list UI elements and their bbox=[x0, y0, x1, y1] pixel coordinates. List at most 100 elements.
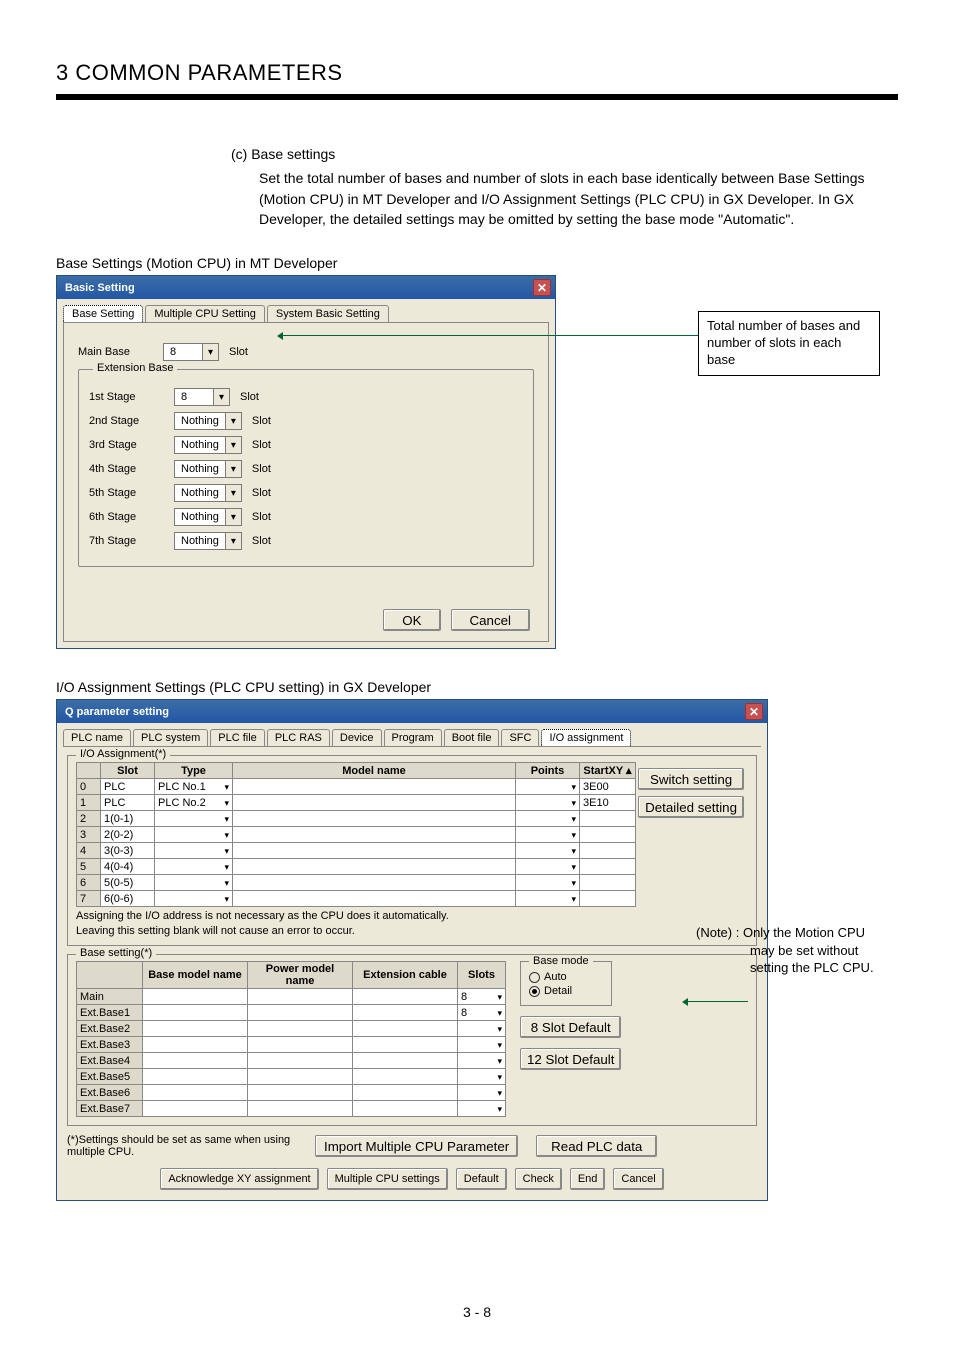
chevron-down-icon[interactable] bbox=[225, 533, 241, 549]
tab-boot-file[interactable]: Boot file bbox=[444, 729, 500, 746]
base-row-powermodel[interactable] bbox=[248, 1069, 353, 1085]
chevron-down-icon[interactable] bbox=[225, 461, 241, 477]
chevron-down-icon[interactable] bbox=[571, 893, 576, 905]
chevron-down-icon[interactable] bbox=[202, 344, 218, 360]
chevron-down-icon[interactable] bbox=[497, 1023, 502, 1035]
base-row-extcable[interactable] bbox=[353, 1085, 458, 1101]
base-setting-grid[interactable]: Base model name Power model name Extensi… bbox=[76, 961, 506, 1117]
chevron-down-icon[interactable] bbox=[571, 845, 576, 857]
base-row-powermodel[interactable] bbox=[248, 1085, 353, 1101]
chevron-down-icon[interactable] bbox=[224, 893, 229, 905]
base-row-basemodel[interactable] bbox=[143, 1069, 248, 1085]
io-row-points[interactable] bbox=[516, 811, 580, 827]
io-row-model[interactable] bbox=[233, 891, 516, 907]
io-row-slot[interactable]: 2(0-2) bbox=[101, 827, 155, 843]
ack-xy-button[interactable]: Acknowledge XY assignment bbox=[160, 1168, 318, 1190]
base-row-extcable[interactable] bbox=[353, 1021, 458, 1037]
chevron-down-icon[interactable] bbox=[497, 991, 502, 1003]
chevron-down-icon[interactable] bbox=[497, 1039, 502, 1051]
tab-plc-name[interactable]: PLC name bbox=[63, 729, 131, 746]
close-icon[interactable]: ✕ bbox=[745, 703, 763, 720]
stage6-select[interactable]: Nothing bbox=[174, 508, 242, 526]
tab-plc-ras[interactable]: PLC RAS bbox=[267, 729, 330, 746]
tab-multiple-cpu-setting[interactable]: Multiple CPU Setting bbox=[145, 305, 265, 322]
stage4-select[interactable]: Nothing bbox=[174, 460, 242, 478]
io-row-start[interactable] bbox=[580, 891, 636, 907]
io-row-model[interactable] bbox=[233, 811, 516, 827]
chevron-down-icon[interactable] bbox=[224, 797, 229, 809]
chevron-down-icon[interactable] bbox=[497, 1071, 502, 1083]
detailed-setting-button[interactable]: Detailed setting bbox=[638, 796, 744, 818]
io-row-slot[interactable]: 5(0-5) bbox=[101, 875, 155, 891]
multiple-cpu-settings-button[interactable]: Multiple CPU settings bbox=[327, 1168, 448, 1190]
chevron-down-icon[interactable] bbox=[571, 877, 576, 889]
base-row-powermodel[interactable] bbox=[248, 1053, 353, 1069]
tab-plc-file[interactable]: PLC file bbox=[210, 729, 265, 746]
ok-button[interactable]: OK bbox=[383, 609, 440, 631]
chevron-down-icon[interactable] bbox=[571, 797, 576, 809]
io-row-type[interactable] bbox=[155, 811, 233, 827]
base-row-powermodel[interactable] bbox=[248, 1021, 353, 1037]
chevron-down-icon[interactable] bbox=[225, 437, 241, 453]
base-row-slots[interactable] bbox=[458, 1053, 506, 1069]
base-row-slots[interactable]: 8 bbox=[458, 1005, 506, 1021]
base-row-powermodel[interactable] bbox=[248, 989, 353, 1005]
io-row-start[interactable]: 3E10 bbox=[580, 795, 636, 811]
io-row-type[interactable] bbox=[155, 843, 233, 859]
base-row-powermodel[interactable] bbox=[248, 1037, 353, 1053]
base-row-slots[interactable] bbox=[458, 1069, 506, 1085]
base-row-slots[interactable] bbox=[458, 1085, 506, 1101]
io-row-type[interactable] bbox=[155, 891, 233, 907]
base-row-powermodel[interactable] bbox=[248, 1005, 353, 1021]
base-row-extcable[interactable] bbox=[353, 1101, 458, 1117]
io-row-model[interactable] bbox=[233, 859, 516, 875]
tab-io-assignment[interactable]: I/O assignment bbox=[541, 729, 631, 746]
chevron-down-icon[interactable] bbox=[224, 829, 229, 841]
default-button[interactable]: Default bbox=[456, 1168, 507, 1190]
chevron-down-icon[interactable] bbox=[497, 1055, 502, 1067]
base-row-slots[interactable] bbox=[458, 1101, 506, 1117]
chevron-down-icon[interactable] bbox=[571, 861, 576, 873]
cancel-button[interactable]: Cancel bbox=[451, 609, 531, 631]
io-assignment-grid[interactable]: Slot Type Model name Points StartXY ▴ 0P… bbox=[76, 762, 636, 907]
base-row-basemodel[interactable] bbox=[143, 989, 248, 1005]
io-row-start[interactable] bbox=[580, 811, 636, 827]
tab-plc-system[interactable]: PLC system bbox=[133, 729, 208, 746]
base-row-extcable[interactable] bbox=[353, 989, 458, 1005]
io-row-start[interactable] bbox=[580, 827, 636, 843]
end-button[interactable]: End bbox=[570, 1168, 606, 1190]
stage5-select[interactable]: Nothing bbox=[174, 484, 242, 502]
io-row-type[interactable] bbox=[155, 827, 233, 843]
io-row-slot[interactable]: 3(0-3) bbox=[101, 843, 155, 859]
base-row-extcable[interactable] bbox=[353, 1037, 458, 1053]
chevron-down-icon[interactable] bbox=[224, 813, 229, 825]
chevron-down-icon[interactable] bbox=[571, 781, 576, 793]
io-row-model[interactable] bbox=[233, 827, 516, 843]
io-row-slot[interactable]: 4(0-4) bbox=[101, 859, 155, 875]
base-row-extcable[interactable] bbox=[353, 1005, 458, 1021]
io-row-points[interactable] bbox=[516, 891, 580, 907]
base-row-basemodel[interactable] bbox=[143, 1101, 248, 1117]
base-row-extcable[interactable] bbox=[353, 1053, 458, 1069]
base-row-extcable[interactable] bbox=[353, 1069, 458, 1085]
chevron-down-icon[interactable] bbox=[225, 485, 241, 501]
radio-auto[interactable]: Auto bbox=[529, 971, 603, 983]
tab-sfc[interactable]: SFC bbox=[501, 729, 539, 746]
stage7-select[interactable]: Nothing bbox=[174, 532, 242, 550]
tab-system-basic-setting[interactable]: System Basic Setting bbox=[267, 305, 389, 322]
chevron-down-icon[interactable] bbox=[571, 829, 576, 841]
io-row-start[interactable] bbox=[580, 875, 636, 891]
tab-program[interactable]: Program bbox=[384, 729, 442, 746]
io-row-model[interactable] bbox=[233, 779, 516, 795]
twelve-slot-default-button[interactable]: 12 Slot Default bbox=[520, 1048, 621, 1070]
io-row-slot[interactable]: 6(0-6) bbox=[101, 891, 155, 907]
io-row-type[interactable] bbox=[155, 859, 233, 875]
base-row-basemodel[interactable] bbox=[143, 1085, 248, 1101]
import-multiple-cpu-button[interactable]: Import Multiple CPU Parameter bbox=[315, 1135, 518, 1157]
io-row-type[interactable]: PLC No.1 bbox=[155, 779, 233, 795]
chevron-down-icon[interactable] bbox=[225, 509, 241, 525]
read-plc-data-button[interactable]: Read PLC data bbox=[536, 1135, 657, 1157]
chevron-down-icon[interactable] bbox=[571, 813, 576, 825]
base-row-slots[interactable] bbox=[458, 1021, 506, 1037]
radio-detail[interactable]: Detail bbox=[529, 985, 603, 997]
